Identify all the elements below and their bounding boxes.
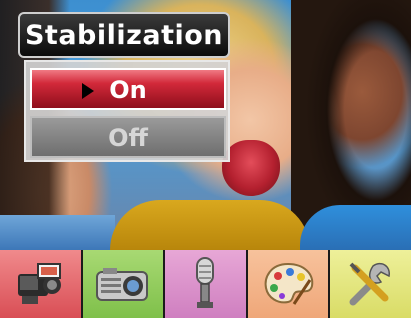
microphone-icon bbox=[196, 257, 215, 308]
camera-screen: Stabilization On Off bbox=[0, 0, 411, 318]
tools-icon bbox=[349, 262, 390, 306]
photo-detail bbox=[0, 215, 115, 250]
photo-detail bbox=[222, 140, 280, 196]
menu-options: On Off bbox=[24, 60, 230, 162]
photo-detail bbox=[300, 205, 411, 250]
option-off[interactable]: Off bbox=[30, 116, 226, 158]
menu-title: Stabilization bbox=[24, 20, 224, 51]
photo-camera-icon bbox=[95, 268, 148, 301]
stabilization-menu: Stabilization On Off bbox=[18, 12, 230, 162]
option-on[interactable]: On bbox=[30, 68, 226, 110]
video-mode-button[interactable] bbox=[0, 250, 83, 318]
video-camera-icon bbox=[18, 263, 62, 304]
photo-detail bbox=[110, 200, 310, 250]
mode-toolbar bbox=[0, 250, 411, 318]
effects-mode-button[interactable] bbox=[247, 250, 331, 318]
option-off-label: Off bbox=[108, 124, 148, 152]
photo-mode-button[interactable] bbox=[82, 250, 166, 318]
menu-title-bar: Stabilization bbox=[18, 12, 230, 58]
option-on-label: On bbox=[109, 76, 147, 104]
palette-icon bbox=[264, 262, 314, 305]
audio-mode-button[interactable] bbox=[165, 250, 248, 318]
setup-mode-button[interactable] bbox=[330, 250, 411, 318]
